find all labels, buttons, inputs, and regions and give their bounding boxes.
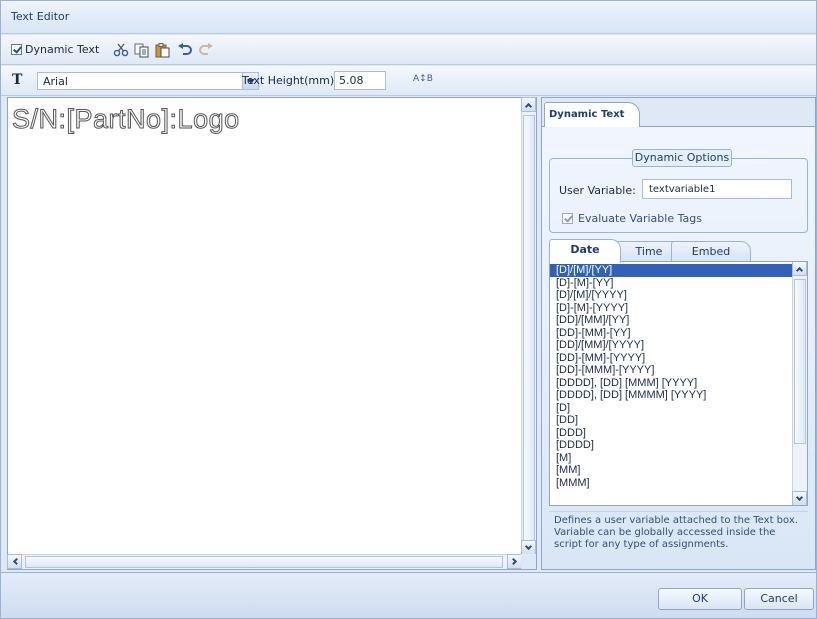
list-item[interactable]: [MM] [550, 464, 793, 477]
ok-button[interactable]: OK [658, 588, 742, 610]
list-scroll-thumb[interactable] [794, 279, 806, 444]
scrollbar-corner [521, 554, 536, 569]
font-icon: T [12, 72, 23, 88]
date-format-list[interactable]: [D]/[M]/[YY] [D]-[M]-[YY] [D]/[M]/[YYYY] [D… [549, 261, 808, 506]
help-description: Defines a user variable attached to the … [549, 511, 808, 561]
copy-icon[interactable] [133, 41, 151, 59]
dynamic-text-checkbox[interactable] [11, 44, 22, 55]
tab-date[interactable]: Date [549, 239, 621, 263]
list-item[interactable]: [D]/[M]/[YY] [550, 264, 793, 277]
list-item[interactable]: [DDDD] [550, 439, 793, 452]
list-item[interactable]: [DDDD], [DD] [MMM] [YYYY] [550, 377, 793, 390]
user-variable-input[interactable] [642, 179, 792, 199]
panel-body: Dynamic Options User Variable: Evaluate … [542, 127, 815, 569]
text-height-input[interactable] [334, 71, 386, 90]
chevron-left-icon[interactable] [7, 554, 22, 569]
list-item[interactable]: [DD]-[MM]-[YYYY] [550, 352, 793, 365]
editor-vertical-scrollbar[interactable] [521, 97, 536, 555]
list-vertical-scrollbar[interactable] [792, 262, 807, 505]
text-editor-area[interactable]: S/N:[PartNo]:Logo [7, 97, 537, 570]
font-select-value: Arial [43, 75, 68, 88]
chevron-down-icon[interactable] [521, 540, 536, 555]
dynamic-options-title: Dynamic Options [632, 149, 732, 167]
evaluate-variable-tags-label: Evaluate Variable Tags [578, 212, 702, 225]
font-size-adjust-icon[interactable]: A↕B [413, 74, 433, 84]
list-item[interactable]: [DD]-[MM]-[YY] [550, 327, 793, 340]
dynamic-text-panel: Dynamic Text Dynamic Options User Variab… [541, 97, 816, 570]
list-item[interactable]: [DD]/[MM]/[YYYY] [550, 339, 793, 352]
chevron-up-icon[interactable] [521, 97, 536, 112]
panel-tab-strip: Dynamic Text [542, 98, 815, 128]
list-item[interactable]: [DD]/[MM]/[YY] [550, 314, 793, 327]
edit-toolbar: Dynamic Text [1, 35, 816, 65]
redo-icon[interactable] [197, 41, 215, 59]
user-variable-field[interactable] [643, 180, 791, 198]
format-toolbar: T Arial Text Height(mm) A↕B [1, 66, 816, 96]
list-item[interactable]: [DDD] [550, 427, 793, 440]
list-item[interactable]: [D]/[M]/[YYYY] [550, 289, 793, 302]
editor-vertical-scroll-thumb[interactable] [523, 115, 535, 552]
list-item[interactable]: [DDDD], [DD] [MMMM] [YYYY] [550, 389, 793, 402]
date-format-items: [D]/[M]/[YY] [D]-[M]-[YY] [D]/[M]/[YYYY] [D… [550, 264, 793, 489]
text-height-field[interactable] [335, 72, 385, 89]
date-time-embed-tabs: Date Time Embed [549, 239, 811, 263]
chevron-right-icon[interactable] [507, 554, 522, 569]
paste-icon[interactable] [154, 41, 172, 59]
list-item[interactable]: [DD]-[MMM]-[YYYY] [550, 364, 793, 377]
list-item[interactable]: [D]-[M]-[YYYY] [550, 302, 793, 315]
tab-embed[interactable]: Embed [671, 241, 751, 262]
editor-horizontal-scrollbar[interactable] [7, 554, 522, 569]
window-title: Text Editor [11, 10, 70, 23]
editor-content[interactable]: S/N:[PartNo]:Logo [12, 104, 240, 135]
text-height-label: Text Height(mm) [242, 74, 335, 87]
editor-horizontal-scroll-thumb[interactable] [25, 556, 503, 568]
chevron-up-icon[interactable] [792, 262, 807, 276]
list-item[interactable]: [M] [550, 452, 793, 465]
dynamic-text-label: Dynamic Text [25, 43, 100, 56]
list-item[interactable]: [DD] [550, 414, 793, 427]
text-editor-window: Text Editor Dynamic Text T Arial Text He… [0, 0, 817, 619]
evaluate-variable-tags-checkbox[interactable] [562, 213, 573, 224]
tab-dynamic-text[interactable]: Dynamic Text [544, 102, 640, 128]
font-select[interactable]: Arial [37, 72, 259, 90]
cut-icon[interactable] [112, 41, 130, 59]
title-bar: Text Editor [1, 1, 816, 34]
cancel-button[interactable]: Cancel [744, 588, 814, 610]
undo-icon[interactable] [176, 41, 194, 59]
dialog-button-bar: OK Cancel [1, 572, 816, 618]
list-item[interactable]: [D]-[M]-[YY] [550, 277, 793, 290]
user-variable-label: User Variable: [559, 184, 636, 197]
chevron-down-icon[interactable] [792, 491, 807, 505]
dynamic-options-group: Dynamic Options User Variable: Evaluate … [549, 149, 808, 233]
list-item[interactable]: [MMM] [550, 477, 793, 490]
list-item[interactable]: [D] [550, 402, 793, 415]
